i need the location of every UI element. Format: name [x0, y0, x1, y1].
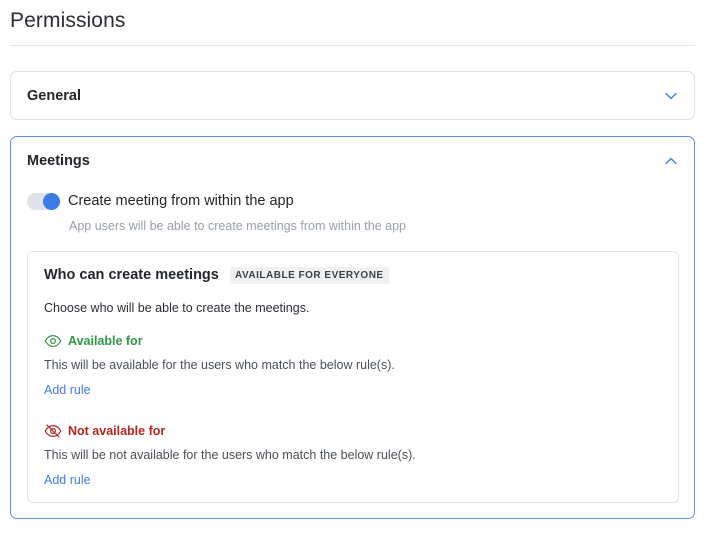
chevron-down-icon[interactable]	[664, 89, 678, 103]
create-meeting-toggle-label[interactable]: Create meeting from within the app	[68, 193, 294, 209]
meetings-panel-header[interactable]: Meetings	[27, 137, 90, 185]
title-divider	[10, 45, 695, 46]
who-can-create-card: Who can create meetings AVAILABLE FOR EV…	[27, 251, 679, 503]
eye-off-icon	[44, 424, 62, 438]
toggle-knob	[43, 193, 60, 210]
not-available-heading: Not available for	[44, 424, 165, 438]
chevron-up-icon[interactable]	[664, 154, 678, 168]
available-heading-label: Available for	[68, 334, 143, 348]
not-available-heading-label: Not available for	[68, 424, 166, 438]
general-panel-header[interactable]: General	[27, 72, 81, 119]
card-description: Choose who will be able to create the me…	[44, 301, 310, 315]
status-badge: AVAILABLE FOR EVERYONE	[230, 267, 389, 284]
available-heading: Available for	[44, 334, 143, 348]
card-title: Who can create meetings	[44, 267, 219, 283]
meetings-panel: Meetings Create meeting from within the …	[10, 136, 695, 519]
create-meeting-help-text: App users will be able to create meeting…	[69, 219, 406, 233]
available-description: This will be available for the users who…	[44, 358, 395, 372]
not-available-description: This will be not available for the users…	[44, 448, 416, 462]
general-panel[interactable]: General	[10, 71, 695, 120]
create-meeting-toggle[interactable]	[27, 193, 60, 210]
eye-icon	[44, 334, 62, 348]
not-available-add-rule-link[interactable]: Add rule	[44, 473, 91, 487]
page-title: Permissions	[10, 9, 126, 32]
available-add-rule-link[interactable]: Add rule	[44, 383, 91, 397]
